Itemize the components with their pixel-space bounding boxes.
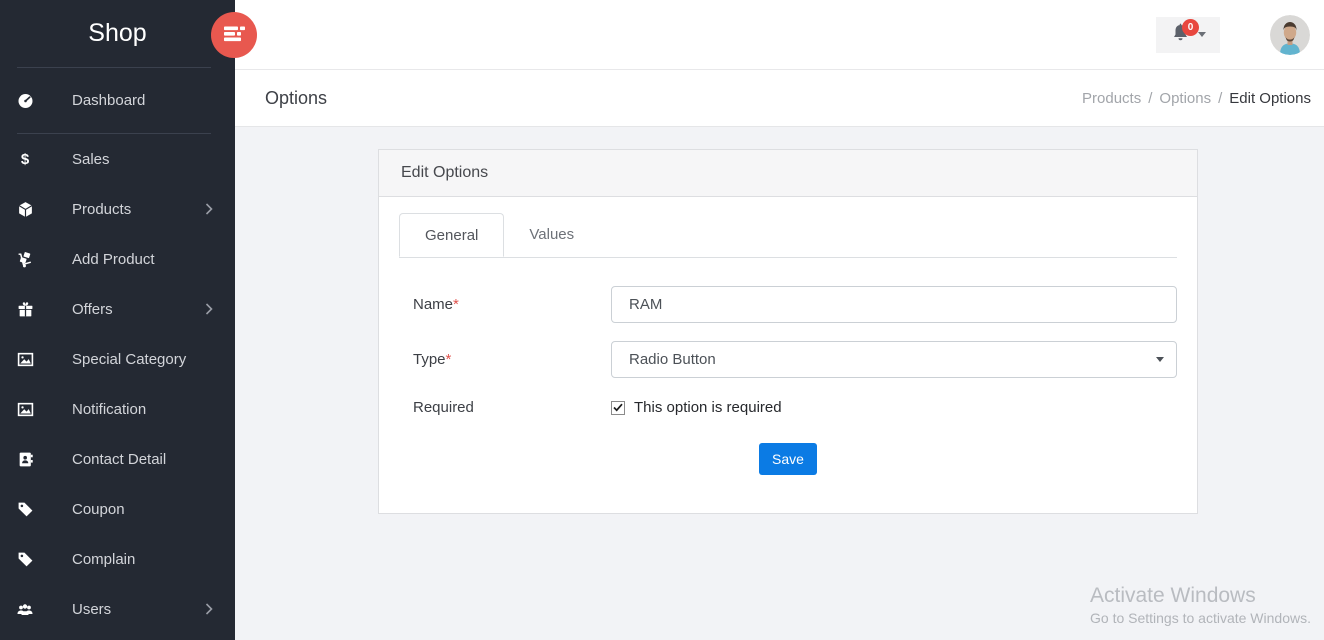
sidebar-item-label: Coupon (72, 501, 125, 518)
sidebar-item-label: Offers (72, 301, 113, 318)
name-label: Name* (413, 296, 611, 313)
dolly-icon (16, 250, 34, 268)
sidebar-toggle-button[interactable] (211, 12, 257, 58)
sidebar-item-contact-detail[interactable]: Contact Detail (0, 434, 235, 484)
sidebar-item-sales[interactable]: $ Sales (0, 134, 235, 184)
save-row: Save (399, 443, 1177, 475)
sidebar-item-label: Products (72, 201, 131, 218)
main-area: 0 Options Products / Options / Edit Opti… (235, 0, 1324, 640)
name-input[interactable] (611, 286, 1177, 323)
page-header: Options Products / Options / Edit Option… (235, 70, 1324, 127)
tab-bar: General Values (399, 213, 1177, 258)
sidebar-item-add-product[interactable]: Add Product (0, 234, 235, 284)
notification-badge: 0 (1182, 19, 1199, 36)
sidebar-item-label: Dashboard (72, 92, 145, 109)
edit-options-form: Name* Type* Radio Button Required (399, 286, 1177, 475)
dashboard-icon (16, 92, 34, 110)
topbar: 0 (235, 0, 1324, 70)
required-label: Required (413, 399, 611, 416)
tag-icon (16, 500, 34, 518)
sidebar-item-label: Contact Detail (72, 451, 166, 468)
image-icon (16, 400, 34, 418)
type-select[interactable]: Radio Button (611, 341, 1177, 378)
sidebar-item-label: Notification (72, 401, 146, 418)
caret-down-icon (1198, 32, 1206, 37)
app-window: Shop Dashboard $ Sales Products (0, 0, 1324, 640)
dollar-icon: $ (16, 150, 34, 168)
required-marker: * (453, 296, 459, 313)
required-checkbox-wrap[interactable]: This option is required (611, 399, 782, 416)
tab-general[interactable]: General (399, 213, 504, 257)
chevron-right-icon (205, 303, 213, 315)
card-title: Edit Options (379, 150, 1197, 197)
breadcrumb: Products / Options / Edit Options (1082, 90, 1311, 107)
tag-icon (16, 550, 34, 568)
tab-values[interactable]: Values (504, 213, 599, 257)
page-title: Options (265, 88, 327, 109)
sidebar-item-dashboard[interactable]: Dashboard (0, 68, 235, 133)
sidebar-item-products[interactable]: Products (0, 184, 235, 234)
form-row-required: Required This option is required (399, 399, 1177, 416)
avatar[interactable] (1270, 15, 1310, 55)
users-icon (16, 600, 34, 618)
sidebar-item-label: Complain (72, 551, 135, 568)
sidebar-item-complain[interactable]: Complain (0, 534, 235, 584)
breadcrumb-item-options[interactable]: Options (1159, 90, 1211, 107)
sidebar-item-special-category[interactable]: Special Category (0, 334, 235, 384)
breadcrumb-item-edit-options: Edit Options (1229, 90, 1311, 107)
cube-icon (16, 200, 34, 218)
sidebar-item-coupon[interactable]: Coupon (0, 484, 235, 534)
type-select-value: Radio Button (629, 351, 716, 368)
content-area: Edit Options General Values Name* Type* (235, 127, 1324, 640)
gift-icon (16, 300, 34, 318)
sidebar-item-offers[interactable]: Offers (0, 284, 235, 334)
image-icon (16, 350, 34, 368)
sidebar-item-label: Special Category (72, 351, 186, 368)
type-label: Type* (413, 351, 611, 368)
menu-bars-icon (224, 26, 245, 45)
sidebar-item-label: Sales (72, 151, 110, 168)
sidebar-item-notification[interactable]: Notification (0, 384, 235, 434)
required-checkbox[interactable] (611, 401, 625, 415)
select-caret-icon (1156, 357, 1164, 362)
sidebar-item-label: Add Product (72, 251, 155, 268)
required-checkbox-label[interactable]: This option is required (634, 399, 782, 416)
sidebar-item-label: Users (72, 601, 111, 618)
required-marker: * (446, 351, 452, 368)
notifications-button[interactable]: 0 (1156, 17, 1220, 53)
form-row-type: Type* Radio Button (399, 341, 1177, 378)
chevron-right-icon (205, 203, 213, 215)
sidebar-item-users[interactable]: Users (0, 584, 235, 634)
breadcrumb-separator: / (1148, 90, 1152, 107)
form-row-name: Name* (399, 286, 1177, 323)
edit-options-card: Edit Options General Values Name* Type* (378, 149, 1198, 514)
breadcrumb-separator: / (1218, 90, 1222, 107)
save-button[interactable]: Save (759, 443, 817, 475)
sidebar: Shop Dashboard $ Sales Products (0, 0, 235, 640)
chevron-right-icon (205, 603, 213, 615)
card-body: General Values Name* Type* Radio Button (379, 197, 1197, 513)
address-book-icon (16, 450, 34, 468)
app-title[interactable]: Shop (0, 0, 235, 67)
breadcrumb-item-products[interactable]: Products (1082, 90, 1141, 107)
